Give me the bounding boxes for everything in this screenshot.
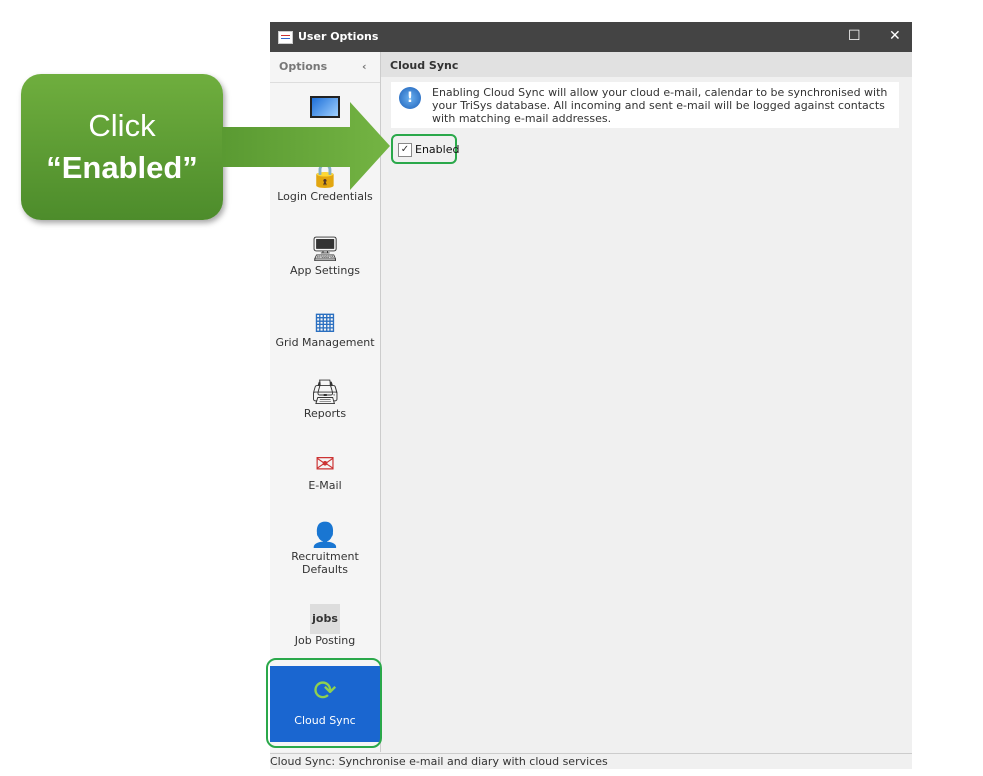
pointer-arrow-icon [222, 102, 390, 190]
sidebar-item-recruitment-defaults[interactable]: 👤 Recruitment Defaults [270, 520, 380, 592]
enabled-checkbox[interactable]: ✓ Enabled [391, 134, 460, 164]
sidebar-item-label: App Settings [289, 264, 361, 277]
status-bar: Cloud Sync: Synchronise e-mail and diary… [270, 753, 912, 769]
email-icon: ✉ [314, 450, 336, 478]
sidebar-item-label: Reports [303, 407, 347, 420]
callout-line1: Click [88, 108, 156, 143]
collapse-icon[interactable]: ‹ [362, 60, 367, 73]
jobs-icon: jobs [310, 604, 340, 634]
content-panel: Cloud Sync ! Enabling Cloud Sync will al… [381, 52, 912, 752]
sidebar-item-grid-management[interactable]: ▦ Grid Management [270, 306, 380, 366]
grid-icon: ▦ [313, 307, 337, 335]
sidebar-title: Options [279, 60, 328, 73]
sidebar-item-label: Grid Management [275, 336, 375, 349]
checkbox-label: Enabled [415, 143, 460, 156]
close-button[interactable]: ✕ [889, 28, 901, 44]
sidebar-item-label: Recruitment Defaults [291, 550, 359, 576]
panel-title: Cloud Sync [381, 52, 912, 77]
title-bar: User Options ☐ ✕ [270, 22, 912, 52]
info-icon: ! [399, 87, 421, 109]
status-text: Cloud Sync: Synchronise e-mail and diary… [270, 755, 608, 768]
window-title: User Options [298, 30, 379, 43]
recruiter-icon: 👤 [310, 521, 340, 549]
sidebar-item-email[interactable]: ✉ E-Mail [270, 449, 380, 509]
callout-line2: “Enabled” [46, 150, 198, 185]
app-icon [278, 31, 293, 44]
info-text: Enabling Cloud Sync will allow your clou… [432, 86, 888, 125]
info-box: ! Enabling Cloud Sync will allow your cl… [391, 82, 899, 128]
sidebar-header: Options ‹ [270, 52, 380, 83]
instruction-callout: Click “Enabled” [21, 74, 223, 220]
sidebar-item-reports[interactable]: 🖨 Reports [270, 377, 380, 437]
sidebar-item-label: Job Posting [294, 634, 356, 647]
cloud-sync-highlight [266, 658, 382, 748]
sidebar-item-job-posting[interactable]: jobs Job Posting [270, 604, 380, 664]
checkbox-box[interactable]: ✓ [398, 143, 412, 157]
printer-icon: 🖨 [310, 378, 341, 406]
maximize-button[interactable]: ☐ [848, 28, 861, 44]
sidebar-item-app-settings[interactable]: 🖥 App Settings [270, 234, 380, 294]
sidebar-item-label: E-Mail [308, 479, 342, 492]
computer-icon: 🖥 [310, 235, 341, 263]
